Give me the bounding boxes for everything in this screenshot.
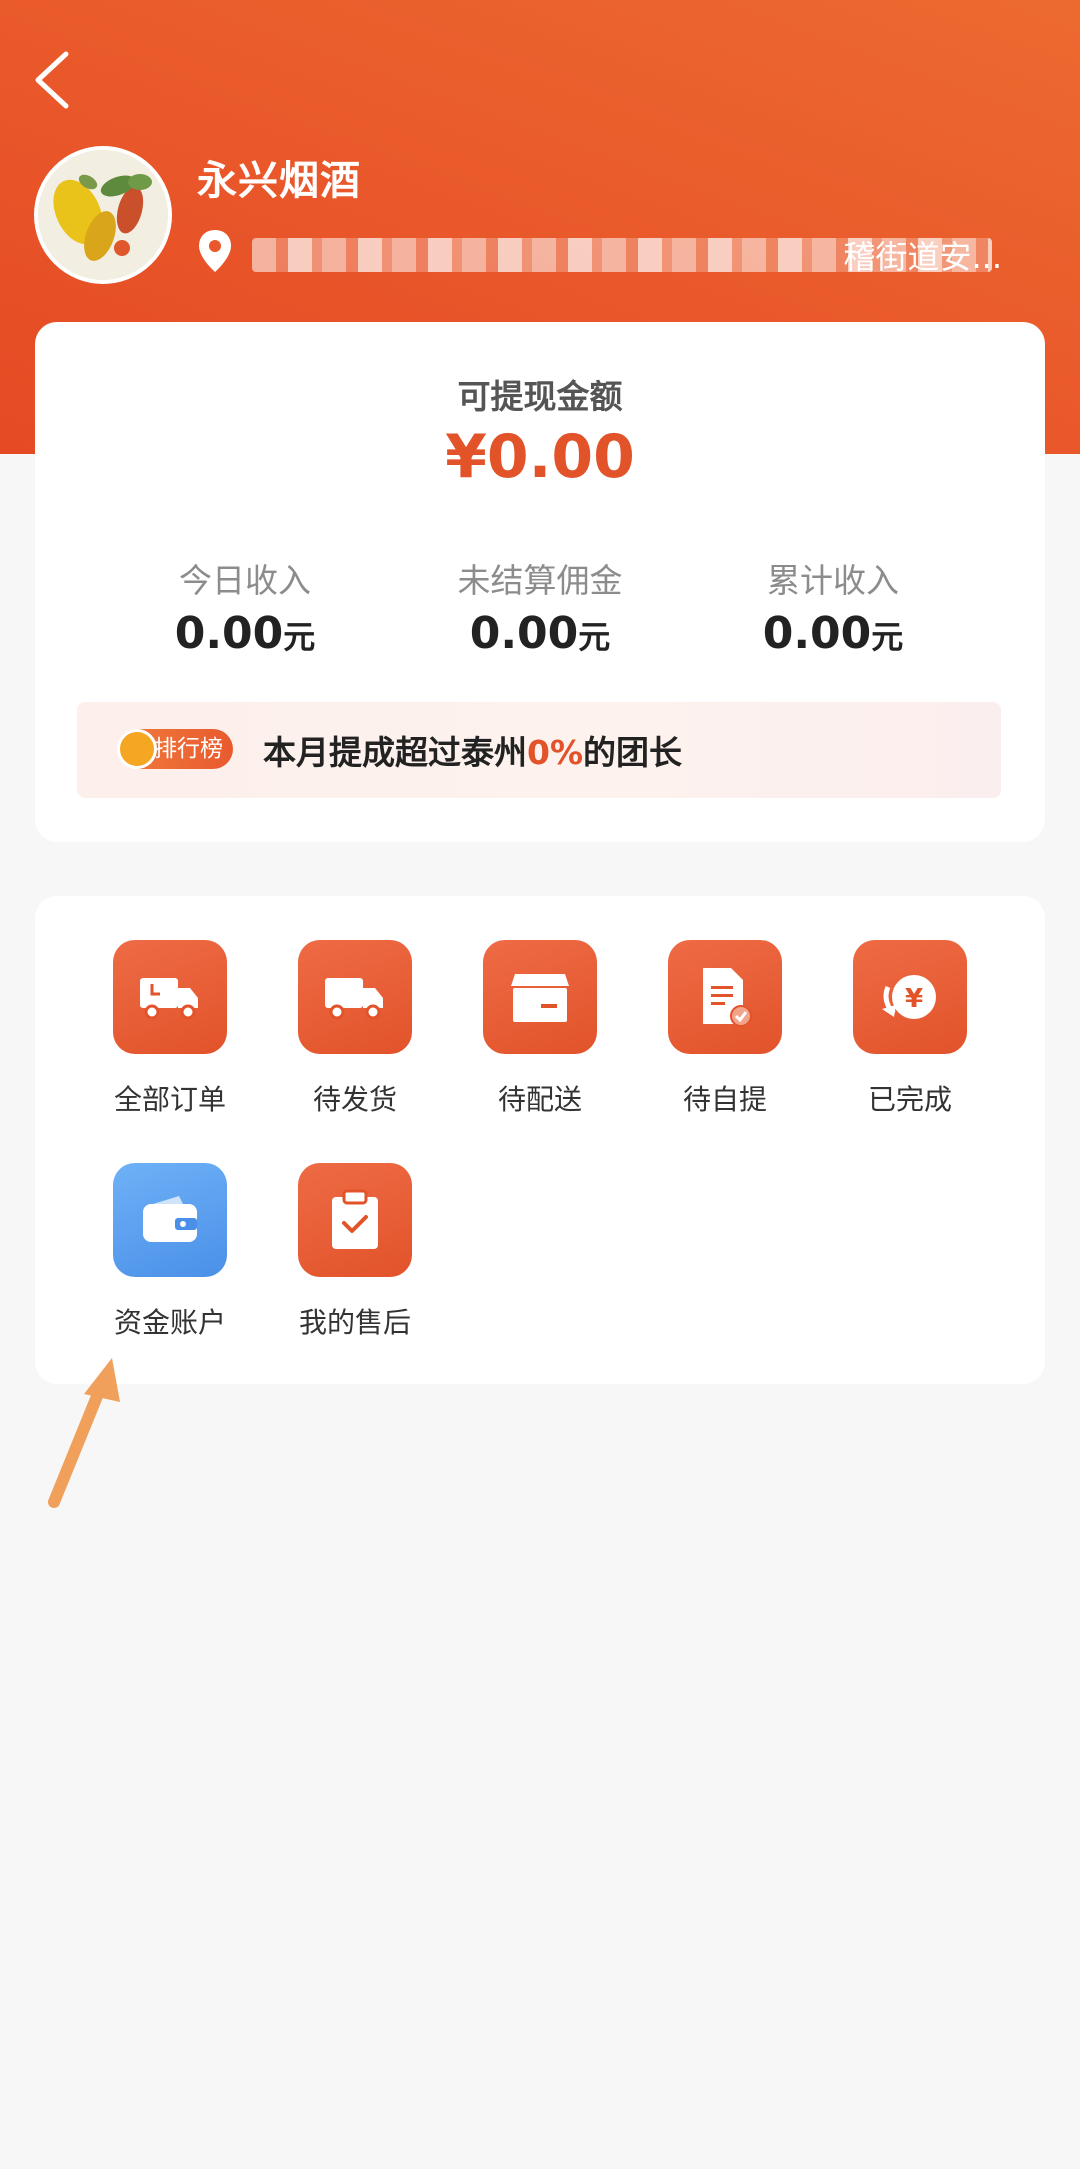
shop-avatar[interactable] (34, 146, 172, 284)
menu-label: 全部订单 (113, 1083, 226, 1116)
stat-label: 累计收入 (767, 561, 899, 600)
stat-value: 0.00元 (762, 608, 904, 659)
menu-all-orders[interactable]: 全部订单 (77, 940, 263, 1118)
shop-name: 永兴烟酒 (197, 158, 361, 204)
ranking-percent: 0% (527, 733, 584, 772)
withdrawable-label: 可提现金额 (457, 377, 623, 416)
order-menu-card: 全部订单 待发货 待配送 待自提 ¥ 已完成 资金账户 我的售后 (35, 896, 1045, 1384)
menu-label: 资金账户 (113, 1306, 226, 1339)
menu-pending-pickup[interactable]: 待自提 (632, 940, 818, 1118)
menu-pending-shipment[interactable]: 待发货 (262, 940, 448, 1118)
svg-text:¥: ¥ (905, 984, 923, 1014)
stat-value: 0.00元 (469, 608, 611, 659)
stat-total-income: 累计收入 0.00元 (683, 554, 983, 659)
yen-coin-icon: ¥ (853, 940, 967, 1054)
document-check-icon (668, 940, 782, 1054)
ranking-badge: 排行榜 (117, 729, 233, 769)
wallet-icon (113, 1163, 227, 1277)
withdrawable-amount: ¥0.00 (445, 422, 635, 492)
stat-value: 0.00元 (174, 608, 316, 659)
menu-pending-delivery[interactable]: 待配送 (447, 940, 633, 1118)
menu-label: 我的售后 (298, 1306, 411, 1339)
ranking-text: 本月提成超过泰州0%的团长 (263, 733, 683, 772)
menu-completed[interactable]: ¥ 已完成 (817, 940, 1003, 1118)
address-tail-text: 稽街道安... (843, 238, 1002, 274)
box-icon (483, 940, 597, 1054)
ranking-banner[interactable]: 排行榜 本月提成超过泰州0%的团长 (77, 702, 1001, 798)
stat-label: 未结算佣金 (457, 561, 623, 600)
menu-label: 待发货 (312, 1083, 397, 1116)
menu-label: 待配送 (497, 1083, 582, 1116)
flower-image (38, 150, 168, 280)
back-button[interactable] (26, 46, 86, 116)
menu-label: 已完成 (867, 1083, 952, 1116)
clipboard-check-icon (298, 1163, 412, 1277)
truck-clock-icon (113, 940, 227, 1054)
chevron-left-icon (35, 51, 69, 109)
truck-icon (298, 940, 412, 1054)
menu-fund-account[interactable]: 资金账户 (77, 1163, 263, 1341)
menu-label: 待自提 (682, 1083, 767, 1116)
location-pin-icon (197, 228, 233, 274)
menu-after-sales[interactable]: 我的售后 (262, 1163, 448, 1341)
shop-address: 稽街道安... (252, 232, 1002, 274)
balance-card: 可提现金额 ¥0.00 今日收入 0.00元 未结算佣金 0.00元 累计收入 … (35, 322, 1045, 842)
stat-unsettled-commission: 未结算佣金 0.00元 (390, 554, 690, 659)
trophy-icon (117, 729, 157, 769)
stat-label: 今日收入 (179, 561, 311, 600)
stat-today-income: 今日收入 0.00元 (95, 554, 395, 659)
annotation-arrow-icon (48, 1358, 120, 1508)
